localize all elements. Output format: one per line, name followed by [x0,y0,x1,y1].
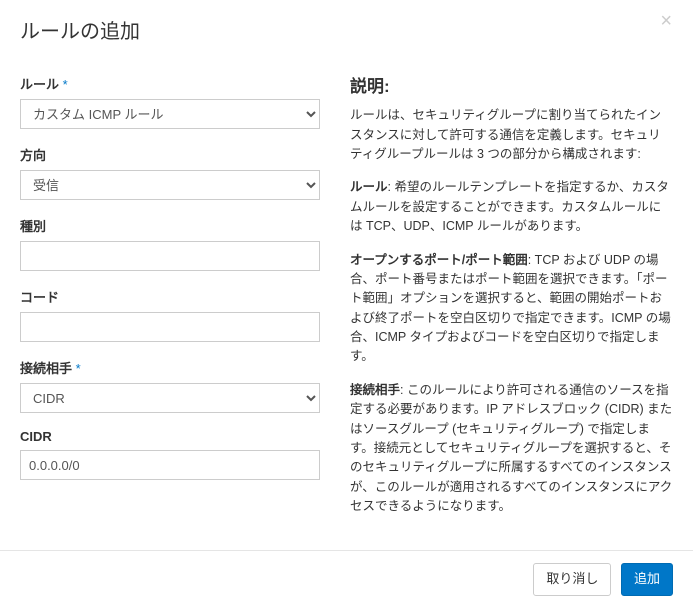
submit-button[interactable]: 追加 [621,563,673,595]
rule-select[interactable]: カスタム ICMP ルール [20,99,320,129]
direction-label: 方向 [20,145,320,164]
description-rule: ルール: 希望のルールテンプレートを指定するか、カスタムルールを設定することがで… [350,178,673,236]
description-intro: ルールは、セキュリティグループに割り当てられたインスタンスに対して許可する通信を… [350,106,673,164]
cidr-label: CIDR [20,429,320,444]
rule-label: ルール [20,74,320,93]
modal-title: ルールの追加 [20,15,673,44]
description-rule-bold: ルール [350,180,388,194]
description-remote-text: : このルールにより許可される通信のソースを指定する必要があります。IP アドレ… [350,383,672,513]
direction-select[interactable]: 受信 [20,170,320,200]
type-label: 種別 [20,216,320,235]
form-column: ルール カスタム ICMP ルール 方向 受信 種別 コード 接続相 [20,74,320,530]
code-input[interactable] [20,312,320,342]
remote-label: 接続相手 [20,358,320,377]
description-column: 説明: ルールは、セキュリティグループに割り当てられたインスタンスに対して許可す… [350,74,673,530]
description-rule-text: : 希望のルールテンプレートを指定するか、カスタムルールを設定することができます… [350,180,669,233]
code-label: コード [20,287,320,306]
description-remote: 接続相手: このルールにより許可される通信のソースを指定する必要があります。IP… [350,381,673,517]
description-port: オープンするポート/ポート範囲: TCP および UDP の場合、ポート番号また… [350,251,673,367]
close-icon[interactable]: × [654,10,678,32]
description-remote-bold: 接続相手 [350,383,400,397]
cidr-input[interactable] [20,450,320,480]
description-header: 説明: [350,74,673,100]
modal-footer: 取り消し 追加 [0,550,693,607]
description-port-bold: オープンするポート/ポート範囲 [350,253,528,267]
modal-header: ルールの追加 × [20,15,673,54]
cancel-button[interactable]: 取り消し [533,563,611,595]
remote-select[interactable]: CIDR [20,383,320,413]
description-port-text: : TCP および UDP の場合、ポート番号またはポート範囲を選択できます。「… [350,253,671,364]
type-input[interactable] [20,241,320,271]
